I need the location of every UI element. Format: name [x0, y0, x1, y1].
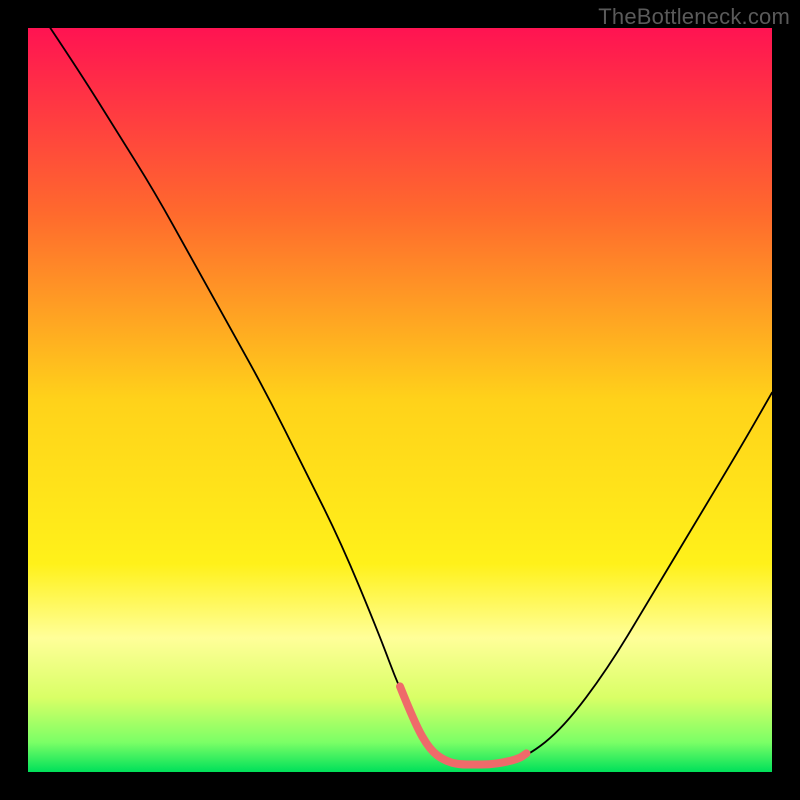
watermark-label: TheBottleneck.com [598, 4, 790, 30]
bottleneck-chart [28, 28, 772, 772]
chart-background [28, 28, 772, 772]
plot-area [28, 28, 772, 772]
chart-frame: TheBottleneck.com [0, 0, 800, 800]
